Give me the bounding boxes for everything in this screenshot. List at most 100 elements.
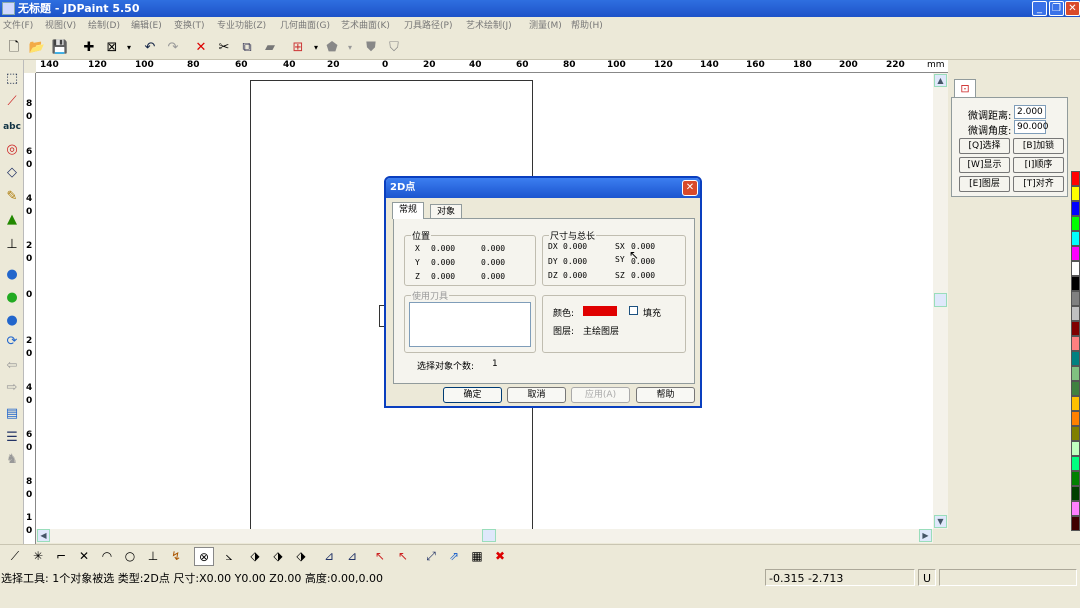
bulb-dot-icon[interactable]: ●: [2, 311, 22, 331]
palette-swatch[interactable]: [1071, 306, 1080, 321]
crosshair-icon[interactable]: ✚: [79, 38, 99, 58]
bulb-green-icon[interactable]: ●: [2, 288, 22, 308]
scroll-left-icon[interactable]: ◀: [37, 529, 50, 542]
palette-swatch[interactable]: [1071, 351, 1080, 366]
scroll-up-icon[interactable]: ▲: [934, 74, 947, 87]
layers-icon[interactable]: ☰: [2, 428, 22, 448]
scroll-down-icon[interactable]: ▼: [934, 515, 947, 528]
menu-transform[interactable]: 变换(T): [174, 17, 205, 35]
new-file-icon[interactable]: 🗋: [4, 38, 24, 58]
minimize-button[interactable]: _: [1032, 1, 1047, 16]
copy-icon[interactable]: ⧉: [237, 38, 257, 58]
text-tool-icon[interactable]: abc: [2, 117, 22, 137]
palette-swatch[interactable]: [1071, 441, 1080, 456]
array-icon[interactable]: ▦: [467, 547, 487, 566]
shield-icon[interactable]: ⛊: [361, 38, 381, 58]
redo-icon[interactable]: ↷: [163, 38, 183, 58]
menu-art-surface[interactable]: 艺术曲面(K): [341, 17, 390, 35]
align-button[interactable]: [T]对齐: [1013, 176, 1064, 192]
tool-listbox[interactable]: [409, 302, 531, 347]
cut-icon[interactable]: ✂: [214, 38, 234, 58]
circle-icon[interactable]: ○: [120, 547, 140, 566]
multi-line-icon[interactable]: ✳: [28, 547, 48, 566]
menu-art-draw[interactable]: 艺术绘制(J): [466, 17, 512, 35]
save-icon[interactable]: 💾: [50, 38, 70, 58]
hscroll-thumb[interactable]: [482, 529, 496, 542]
menu-geo-surface[interactable]: 几何曲面(G): [280, 17, 330, 35]
undo-icon[interactable]: ↶: [140, 38, 160, 58]
cancel-button[interactable]: 取消: [507, 387, 566, 403]
offset2-icon[interactable]: ⊿: [342, 547, 362, 566]
circle-tool-icon[interactable]: ◎: [2, 140, 22, 160]
arrow-right-icon[interactable]: ⇨: [2, 378, 22, 398]
rotate-icon[interactable]: ⟳: [2, 332, 22, 352]
tangent-icon[interactable]: ↯: [166, 547, 186, 566]
bulb-blue-icon[interactable]: ●: [2, 265, 22, 285]
menu-draw[interactable]: 绘制(D): [88, 17, 120, 35]
menu-view[interactable]: 视图(V): [45, 17, 76, 35]
delete-icon[interactable]: ✕: [191, 38, 211, 58]
menu-edit[interactable]: 编辑(E): [131, 17, 162, 35]
offset-icon[interactable]: ⊿: [319, 547, 339, 566]
palette-swatch[interactable]: [1071, 366, 1080, 381]
shape-dropdown-icon[interactable]: ▾: [340, 38, 360, 58]
horizontal-scrollbar[interactable]: ◀ ▶: [36, 529, 933, 543]
fine-distance-input[interactable]: 2.000: [1014, 105, 1046, 119]
diamond-tool-icon[interactable]: ◇: [2, 163, 22, 183]
fine-angle-input[interactable]: 90.000: [1014, 120, 1049, 134]
mirror-icon[interactable]: ⇗: [444, 547, 464, 566]
ok-button[interactable]: 确定: [443, 387, 502, 403]
diamond-snap3-icon[interactable]: ⬗: [291, 547, 311, 566]
scroll-right-icon[interactable]: ▶: [919, 529, 932, 542]
palette-swatch[interactable]: [1071, 231, 1080, 246]
corner-icon[interactable]: ⌐: [51, 547, 71, 566]
diamond-snap-icon[interactable]: ⬗: [245, 547, 265, 566]
palette-swatch[interactable]: [1071, 336, 1080, 351]
node-edit-icon[interactable]: ⟋: [2, 92, 22, 112]
palette-swatch[interactable]: [1071, 411, 1080, 426]
palette-swatch[interactable]: [1071, 291, 1080, 306]
menu-file[interactable]: 文件(F): [3, 17, 33, 35]
fill-checkbox[interactable]: [629, 306, 638, 315]
help-button[interactable]: 帮助: [636, 387, 695, 403]
palette-swatch[interactable]: [1071, 471, 1080, 486]
palette-swatch[interactable]: [1071, 201, 1080, 216]
maximize-button[interactable]: ❐: [1049, 1, 1064, 16]
select-tool-icon[interactable]: ⬚: [2, 69, 22, 89]
measure-tool-icon[interactable]: ⊥: [2, 235, 22, 255]
menu-measure[interactable]: 测量(M): [529, 17, 562, 35]
arc-icon[interactable]: ◠: [97, 547, 117, 566]
pointer-x2-icon[interactable]: ↖: [393, 547, 413, 566]
layer-button[interactable]: [E]图层: [959, 176, 1010, 192]
palette-swatch[interactable]: [1071, 516, 1080, 531]
palette-swatch[interactable]: [1071, 426, 1080, 441]
palette-swatch[interactable]: [1071, 501, 1080, 516]
shape-icon[interactable]: ⬟: [322, 38, 342, 58]
arrow-left-icon[interactable]: ⇦: [2, 356, 22, 376]
palette-swatch[interactable]: [1071, 216, 1080, 231]
dialog-close-icon[interactable]: ✕: [682, 180, 698, 196]
point-snap-icon[interactable]: ⊗: [194, 547, 214, 566]
grid-icon[interactable]: ⊞: [288, 38, 308, 58]
book-icon[interactable]: ▤: [2, 404, 22, 424]
palette-swatch[interactable]: [1071, 261, 1080, 276]
order-button[interactable]: [I]顺序: [1013, 157, 1064, 173]
palette-swatch[interactable]: [1071, 171, 1080, 186]
pointer-x-icon[interactable]: ↖: [370, 547, 390, 566]
cancel-icon[interactable]: ✖: [490, 547, 510, 566]
close-button[interactable]: ✕: [1065, 1, 1080, 16]
panel-tab-icon[interactable]: ⊡: [954, 79, 976, 97]
diamond-snap2-icon[interactable]: ⬗: [268, 547, 288, 566]
apply-button[interactable]: 应用(A): [571, 387, 630, 403]
pen-tool-icon[interactable]: ✎: [2, 187, 22, 207]
line-tool-icon[interactable]: ⟋: [5, 547, 25, 566]
fill-tool-icon[interactable]: ▲: [2, 210, 22, 230]
palette-swatch[interactable]: [1071, 321, 1080, 336]
vertical-scrollbar[interactable]: ▲ ▼: [933, 73, 948, 529]
perpendicular-icon[interactable]: ⊥: [143, 547, 163, 566]
menu-toolpath[interactable]: 刀具路径(P): [404, 17, 452, 35]
transform-icon[interactable]: ⤢: [421, 547, 441, 566]
palette-swatch[interactable]: [1071, 246, 1080, 261]
menu-pro[interactable]: 专业功能(Z): [217, 17, 266, 35]
palette-swatch[interactable]: [1071, 486, 1080, 501]
